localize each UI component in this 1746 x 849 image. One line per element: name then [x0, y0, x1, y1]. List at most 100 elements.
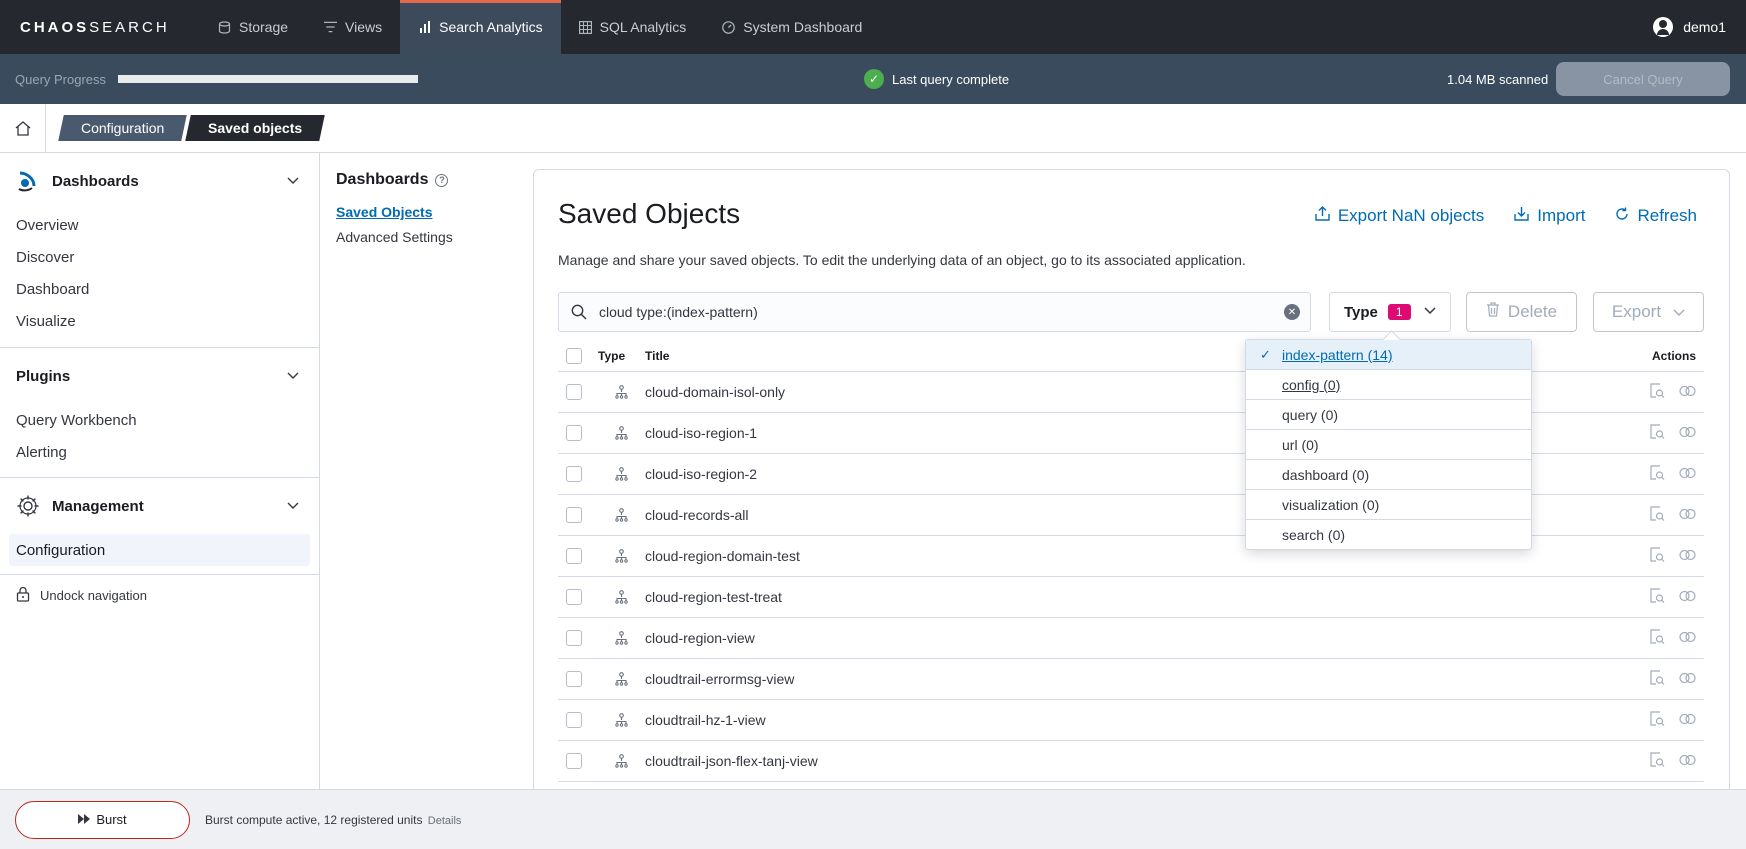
sidebar-item-alerting[interactable]: Alerting: [0, 436, 319, 468]
burst-details-link[interactable]: Details: [428, 815, 462, 827]
search-icon: [559, 304, 599, 320]
relationships-icon[interactable]: [1679, 466, 1696, 482]
sidebar-item-visualize[interactable]: Visualize: [0, 305, 319, 337]
row-checkbox[interactable]: [566, 384, 582, 400]
nav-tab-storage[interactable]: Storage: [200, 0, 306, 54]
sidebar-group-plugins: Plugins Query Workbench Alerting: [0, 348, 319, 478]
row-actions: [1634, 628, 1704, 648]
nav-tab-label: Views: [345, 19, 383, 35]
search-input[interactable]: cloud type:(index-pattern): [599, 304, 758, 320]
type-option[interactable]: config (0): [1246, 370, 1531, 400]
subnav-link-saved-objects[interactable]: Saved Objects: [336, 204, 433, 220]
relationships-icon[interactable]: [1679, 589, 1696, 605]
sidebar-item-discover[interactable]: Discover: [0, 241, 319, 273]
row-checkbox[interactable]: [566, 712, 582, 728]
relationships-icon[interactable]: [1679, 384, 1696, 400]
type-option[interactable]: url (0): [1246, 430, 1531, 460]
type-option[interactable]: search (0): [1246, 520, 1531, 550]
sidebar-group-header[interactable]: Plugins: [0, 348, 319, 404]
subnav-link-advanced-settings[interactable]: Advanced Settings: [336, 229, 453, 245]
sidebar-item-overview[interactable]: Overview: [0, 209, 319, 241]
row-title[interactable]: cloud-region-domain-test: [645, 548, 1634, 564]
row-title[interactable]: cloudtrail-hz-1-view: [645, 712, 1634, 728]
management-subnav: Dashboards ? Saved Objects Advanced Sett…: [320, 153, 533, 789]
search-field[interactable]: cloud type:(index-pattern) ✕: [558, 292, 1311, 332]
undock-navigation-button[interactable]: Undock navigation: [0, 575, 319, 615]
nav-tab-sql-analytics[interactable]: SQL Analytics: [561, 0, 705, 54]
inspect-icon[interactable]: [1649, 505, 1665, 525]
sidebar-group-header[interactable]: Dashboards: [0, 153, 319, 209]
type-filter-dropdown: ✓ index-pattern (14) config (0) query (0) ur…: [1245, 339, 1532, 550]
type-option[interactable]: visualization (0): [1246, 490, 1531, 520]
row-title[interactable]: cloudtrail-json-flex-tanj-view: [645, 753, 1634, 769]
chevron-down-icon[interactable]: [287, 174, 299, 188]
inspect-icon[interactable]: [1649, 669, 1665, 689]
column-header-type[interactable]: Type: [598, 349, 645, 363]
help-icon[interactable]: ?: [435, 173, 449, 187]
inspect-icon[interactable]: [1649, 587, 1665, 607]
refresh-button[interactable]: Refresh: [1615, 206, 1697, 226]
inspect-icon[interactable]: [1649, 751, 1665, 771]
breadcrumb-configuration[interactable]: Configuration: [58, 115, 188, 141]
relationships-icon[interactable]: [1679, 753, 1696, 769]
nav-tab-system-dashboard[interactable]: System Dashboard: [704, 0, 880, 54]
inspect-icon[interactable]: [1649, 423, 1665, 443]
export-button[interactable]: Export: [1593, 292, 1704, 332]
sidebar-item-configuration[interactable]: Configuration: [9, 534, 310, 566]
inspect-icon[interactable]: [1649, 710, 1665, 730]
delete-button[interactable]: Delete: [1466, 292, 1577, 332]
type-option[interactable]: dashboard (0): [1246, 460, 1531, 490]
relationships-icon[interactable]: [1679, 630, 1696, 646]
user-avatar-icon: [1653, 17, 1674, 37]
column-header-actions: Actions: [1651, 348, 1696, 363]
type-option[interactable]: ✓ index-pattern (14): [1246, 340, 1531, 370]
type-filter-button[interactable]: Type 1: [1329, 292, 1451, 332]
import-button[interactable]: Import: [1514, 206, 1585, 226]
row-title[interactable]: cloud-region-test-treat: [645, 589, 1634, 605]
inspect-icon[interactable]: [1649, 382, 1665, 402]
burst-button[interactable]: Burst: [15, 800, 190, 839]
select-all-checkbox[interactable]: [566, 347, 582, 364]
row-checkbox[interactable]: [566, 589, 582, 605]
relationships-icon[interactable]: [1679, 425, 1696, 441]
inspect-icon[interactable]: [1649, 546, 1665, 566]
row-checkbox[interactable]: [566, 548, 582, 564]
nav-tab-label: SQL Analytics: [599, 19, 687, 35]
type-option[interactable]: query (0): [1246, 400, 1531, 430]
sidebar-item-query-workbench[interactable]: Query Workbench: [0, 404, 319, 436]
clear-search-icon[interactable]: ✕: [1284, 304, 1300, 320]
table-row: cloud-records-all: [558, 495, 1704, 536]
row-title[interactable]: cloudtrail-errormsg-view: [645, 671, 1634, 687]
relationships-icon[interactable]: [1679, 712, 1696, 728]
sidebar-group-header[interactable]: Management: [0, 478, 319, 534]
row-checkbox[interactable]: [566, 753, 582, 769]
row-checkbox[interactable]: [566, 425, 582, 441]
inspect-icon[interactable]: [1649, 464, 1665, 484]
home-icon[interactable]: [0, 103, 46, 153]
sidebar-group-dashboards: Dashboards Overview Discover Dashboard V…: [0, 153, 319, 348]
relationships-icon[interactable]: [1679, 671, 1696, 687]
relationships-icon[interactable]: [1679, 548, 1696, 564]
nav-tab-views[interactable]: Views: [306, 0, 400, 54]
row-checkbox[interactable]: [566, 671, 582, 687]
user-menu[interactable]: demo1: [1653, 0, 1746, 54]
export-all-button[interactable]: Export NaN objects: [1315, 206, 1484, 226]
relationships-icon[interactable]: [1679, 507, 1696, 523]
query-progress-track: [118, 75, 419, 83]
chevron-down-icon[interactable]: [287, 369, 299, 383]
breadcrumb-saved-objects: Saved objects: [185, 115, 326, 141]
index-pattern-icon: [598, 713, 645, 727]
row-actions: [1634, 464, 1704, 484]
sidebar-item-dashboard[interactable]: Dashboard: [0, 273, 319, 305]
row-title[interactable]: cloud-region-view: [645, 630, 1634, 646]
trash-icon: [1486, 302, 1500, 322]
chevron-down-icon[interactable]: [287, 499, 299, 513]
row-checkbox[interactable]: [566, 630, 582, 646]
chaossearch-logo[interactable]: CHAOS SEARCH: [0, 0, 200, 54]
index-pattern-icon: [598, 631, 645, 645]
row-checkbox[interactable]: [566, 507, 582, 523]
cancel-query-button[interactable]: Cancel Query: [1556, 62, 1730, 96]
inspect-icon[interactable]: [1649, 628, 1665, 648]
nav-tab-search-analytics[interactable]: Search Analytics: [400, 0, 561, 54]
row-checkbox[interactable]: [566, 466, 582, 482]
